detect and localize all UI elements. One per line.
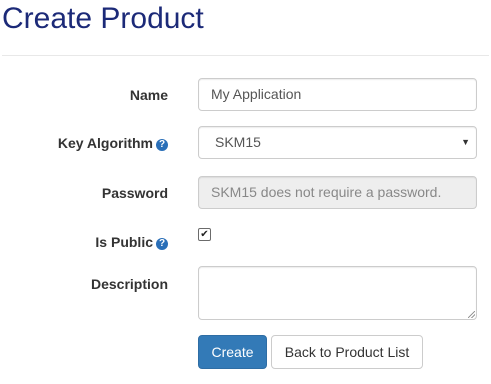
question-circle-icon[interactable]: ? xyxy=(156,139,168,151)
key-algorithm-selected-value: SKM15 xyxy=(215,134,261,150)
back-to-product-list-button[interactable]: Back to Product List xyxy=(271,335,423,369)
password-label: Password xyxy=(0,185,168,201)
key-algorithm-select[interactable]: SKM15 ▼ xyxy=(198,126,477,159)
chevron-down-icon: ▼ xyxy=(461,137,470,147)
description-label-text: Description xyxy=(90,276,168,292)
question-circle-icon[interactable]: ? xyxy=(156,238,168,250)
key-algorithm-label-text: Key Algorithm xyxy=(57,135,153,151)
password-label-text: Password xyxy=(101,185,168,201)
description-label: Description xyxy=(0,276,168,292)
is-public-label: Is Public? xyxy=(0,234,168,250)
key-algorithm-label: Key Algorithm? xyxy=(0,135,168,151)
password-placeholder: SKM15 does not require a password. xyxy=(211,184,442,200)
is-public-label-text: Is Public xyxy=(95,234,153,250)
name-input[interactable]: My Application xyxy=(198,78,477,111)
create-button[interactable]: Create xyxy=(198,335,267,369)
name-label-text: Name xyxy=(129,87,168,103)
is-public-checkbox[interactable]: ✔ xyxy=(198,228,211,241)
description-textarea[interactable] xyxy=(198,266,477,320)
page-title: Create Product xyxy=(2,2,204,35)
checkmark-icon: ✔ xyxy=(200,229,209,240)
password-field: SKM15 does not require a password. xyxy=(198,176,477,209)
name-label: Name xyxy=(0,87,168,103)
resize-grip-icon[interactable] xyxy=(468,311,475,318)
title-divider xyxy=(2,55,489,56)
